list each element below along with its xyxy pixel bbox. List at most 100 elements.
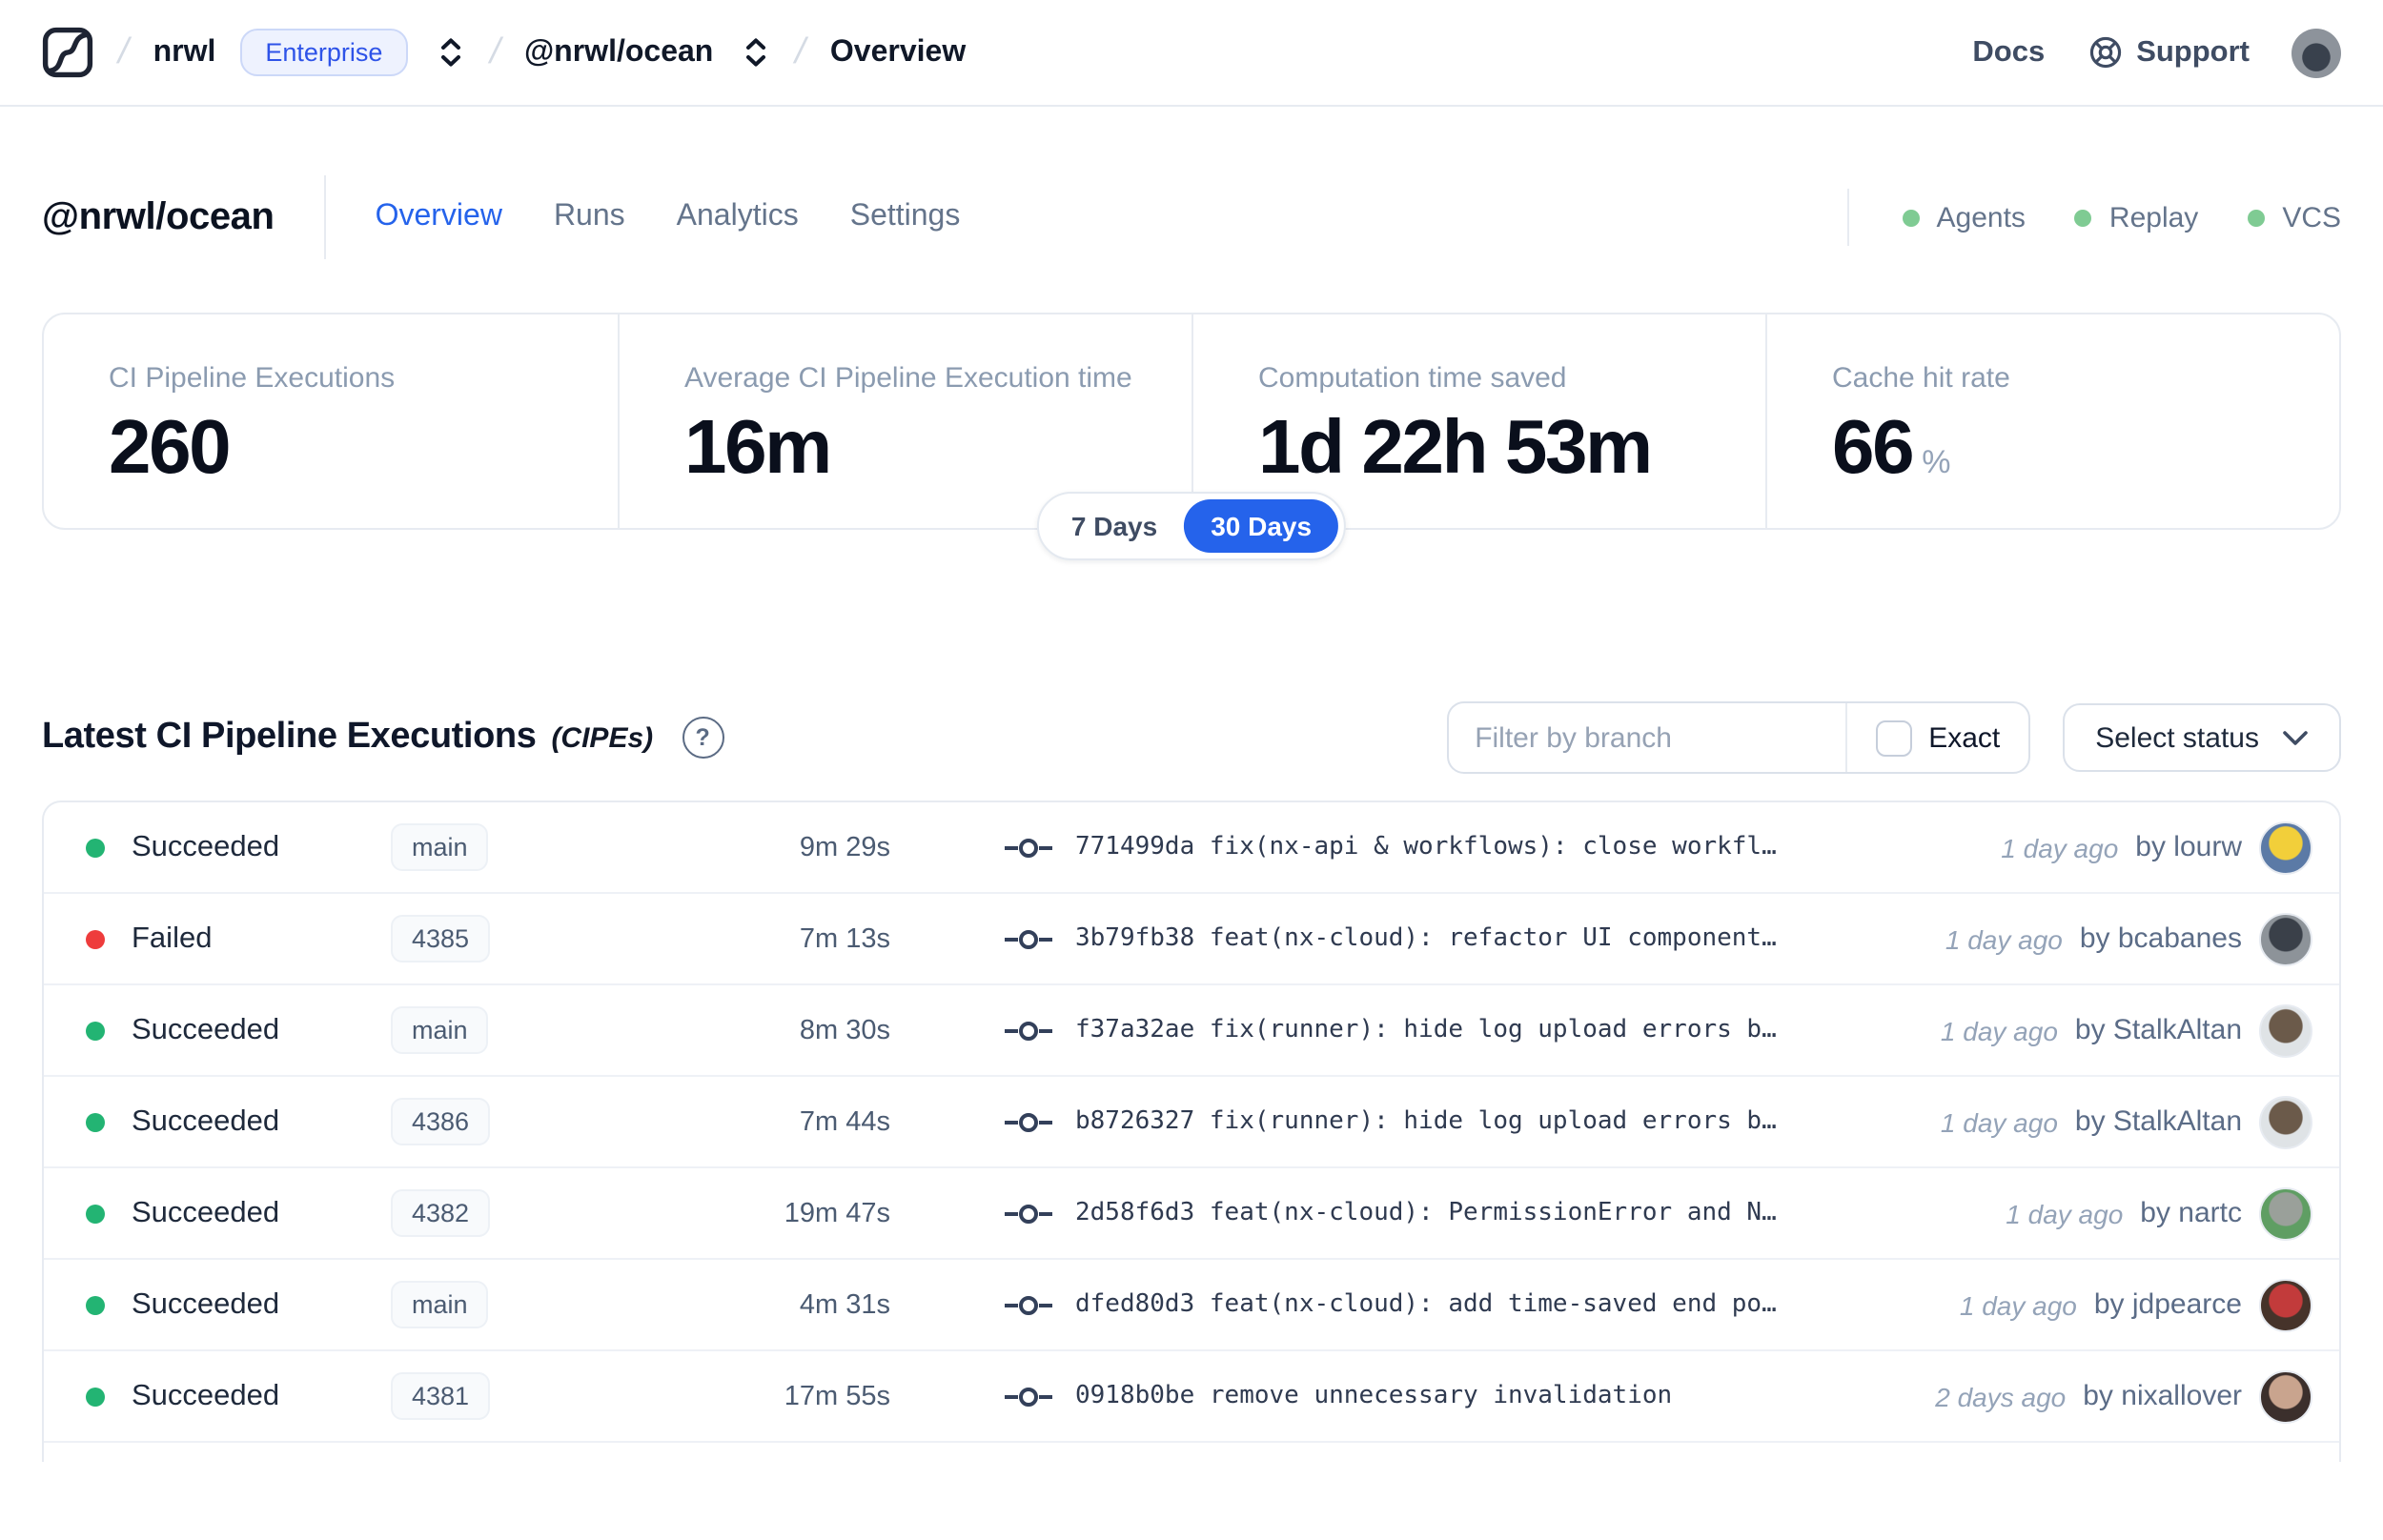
cipe-branch-cell: main <box>391 823 604 871</box>
stat-value: 1d 22h 53m <box>1258 406 1653 490</box>
nx-cloud-logo[interactable] <box>42 27 93 78</box>
integration-statuses: Agents Replay VCS <box>1846 189 2341 246</box>
cipe-duration: 7m 13s <box>799 923 890 954</box>
branch-chip[interactable]: 4382 <box>391 1189 491 1237</box>
time-ago: 1 day ago <box>1959 1289 2077 1320</box>
status-vcs[interactable]: VCS <box>2248 201 2341 233</box>
branch-filter-input[interactable] <box>1448 703 1845 772</box>
cipe-duration: 19m 47s <box>784 1198 890 1228</box>
stat-label: Average CI Pipeline Execution time <box>684 362 1132 395</box>
cipes-section-header: Latest CI Pipeline Executions (CIPEs) ? … <box>42 694 2341 781</box>
cipe-row[interactable]: Succeeded 4381 17m 55s 0918b0be remove u… <box>44 1351 2339 1443</box>
topbar-actions: Docs Support <box>1972 28 2341 77</box>
cipe-meta-cell: 1 day ago by bcabanes <box>1923 912 2312 965</box>
branch-chip[interactable]: main <box>391 1006 489 1054</box>
user-avatar[interactable] <box>2291 28 2341 77</box>
commit-text: f37a32ae fix(runner): hide log upload er… <box>1075 1016 1777 1044</box>
tab-overview[interactable]: Overview <box>376 200 502 234</box>
cipe-branch-cell: main <box>391 1006 604 1054</box>
breadcrumb-workspace[interactable]: @nrwl/ocean <box>524 35 713 70</box>
author: by nartc <box>2140 1197 2242 1229</box>
breadcrumb: / nrwl Enterprise / @nrwl/ocean / Overvi… <box>42 27 966 78</box>
cipe-row[interactable]: Succeeded 4386 7m 44s b8726327 fix(runne… <box>44 1077 2339 1168</box>
branch-chip[interactable]: 4381 <box>391 1372 491 1420</box>
breadcrumb-page: Overview <box>829 35 967 68</box>
branch-chip[interactable]: main <box>391 1281 489 1328</box>
status-dot <box>86 1112 105 1131</box>
cipe-status-cell: Succeeded <box>86 1196 391 1230</box>
tab-settings[interactable]: Settings <box>850 200 961 234</box>
cipe-duration: 17m 55s <box>784 1381 890 1411</box>
cipe-duration: 7m 44s <box>799 1106 890 1137</box>
range-30-days[interactable]: 30 Days <box>1184 499 1339 553</box>
cipe-duration: 8m 30s <box>799 1015 890 1045</box>
branch-chip[interactable]: 4385 <box>391 915 491 962</box>
branch-chip[interactable]: 4386 <box>391 1098 491 1145</box>
status-agents-label: Agents <box>1936 201 2026 233</box>
status-replay-label: Replay <box>2108 201 2199 233</box>
org-selector-chevron-icon[interactable] <box>436 36 464 69</box>
status-replay[interactable]: Replay <box>2074 201 2199 233</box>
workspace-header: @nrwl/ocean Overview Runs Analytics Sett… <box>0 175 2383 259</box>
status-label: Failed <box>132 922 213 954</box>
workspace-selector-chevron-icon[interactable] <box>742 36 770 69</box>
exact-checkbox[interactable] <box>1875 719 1912 756</box>
cipe-meta-cell: 1 day ago by nartc <box>1983 1186 2312 1240</box>
workspace-title: @nrwl/ocean <box>42 195 275 237</box>
select-status-dropdown[interactable]: Select status <box>2063 703 2341 772</box>
range-7-days[interactable]: 7 Days <box>1045 499 1184 553</box>
cipe-commit-cell: dfed80d3 feat(nx-cloud): add time-saved … <box>1005 1290 1937 1319</box>
enterprise-badge[interactable]: Enterprise <box>240 29 408 76</box>
cipe-meta-cell: 1 day ago by jdpearce <box>1937 1278 2312 1331</box>
cipe-status-cell: Succeeded <box>86 1013 391 1047</box>
status-label: Succeeded <box>132 1379 280 1411</box>
stat-value: 66% <box>1832 406 1951 490</box>
docs-link[interactable]: Docs <box>1972 35 2045 70</box>
status-dot <box>86 1021 105 1040</box>
stats-cards: CI Pipeline Executions 260 Average CI Pi… <box>42 313 2341 560</box>
workspace-tabs: Overview Runs Analytics Settings <box>376 200 961 234</box>
cipe-commit-cell: 2d58f6d3 feat(nx-cloud): PermissionError… <box>1005 1199 1983 1227</box>
cipe-row[interactable]: Succeeded main 8m 30s f37a32ae fix(runne… <box>44 985 2339 1077</box>
exact-label: Exact <box>1928 721 2001 754</box>
exact-toggle[interactable]: Exact <box>1844 703 2028 772</box>
help-icon[interactable]: ? <box>682 717 724 759</box>
cipes-controls: Exact Select status <box>1446 701 2341 774</box>
cipe-meta-cell: 1 day ago by lourw <box>1978 821 2312 874</box>
cipe-row[interactable]: Succeeded 4382 19m 47s 2d58f6d3 feat(nx-… <box>44 1168 2339 1260</box>
cipe-status-cell: Succeeded <box>86 1104 391 1139</box>
status-agents[interactable]: Agents <box>1902 201 2026 233</box>
nx-cloud-logo-icon <box>42 27 93 78</box>
branch-chip[interactable]: main <box>391 823 489 871</box>
git-commit-icon <box>1005 1295 1052 1314</box>
cipe-row[interactable]: Failed 4385 7m 13s 3b79fb38 feat(nx-clou… <box>44 894 2339 985</box>
cipe-commit-cell: b8726327 fix(runner): hide log upload er… <box>1005 1107 1918 1136</box>
breadcrumb-org[interactable]: nrwl <box>153 35 216 70</box>
support-link[interactable]: Support <box>2087 34 2250 71</box>
stat-cache-hit-rate: Cache hit rate 66% <box>1765 314 2339 528</box>
branch-filter-group: Exact <box>1446 701 2031 774</box>
cipe-row[interactable]: Succeeded main 9m 29s 771499da fix(nx-ap… <box>44 802 2339 894</box>
support-link-label: Support <box>2136 35 2250 68</box>
author-avatar <box>2259 1095 2312 1148</box>
author: by StalkAltan <box>2074 1105 2242 1138</box>
cipe-row[interactable]: Succeeded main 4m 31s dfed80d3 feat(nx-c… <box>44 1260 2339 1351</box>
git-commit-icon <box>1005 838 1052 857</box>
status-label: Succeeded <box>132 1104 280 1137</box>
stat-value: 260 <box>109 406 232 490</box>
topbar: / nrwl Enterprise / @nrwl/ocean / Overvi… <box>0 0 2383 107</box>
author: by jdpearce <box>2093 1288 2242 1321</box>
tab-runs[interactable]: Runs <box>554 200 625 234</box>
author-avatar <box>2259 912 2312 965</box>
status-dot <box>86 929 105 948</box>
stat-value: 16m <box>684 406 832 490</box>
stat-label: Computation time saved <box>1258 362 1567 395</box>
tab-analytics[interactable]: Analytics <box>677 200 799 234</box>
commit-text: 771499da fix(nx-api & workflows): close … <box>1075 833 1777 861</box>
author: by lourw <box>2135 831 2242 863</box>
cipe-branch-cell: main <box>391 1281 604 1328</box>
cipe-table-body: Succeeded main 9m 29s 771499da fix(nx-ap… <box>44 802 2339 1443</box>
status-dot <box>86 1204 105 1223</box>
author: by bcabanes <box>2079 922 2242 955</box>
docs-link-label: Docs <box>1972 35 2046 68</box>
